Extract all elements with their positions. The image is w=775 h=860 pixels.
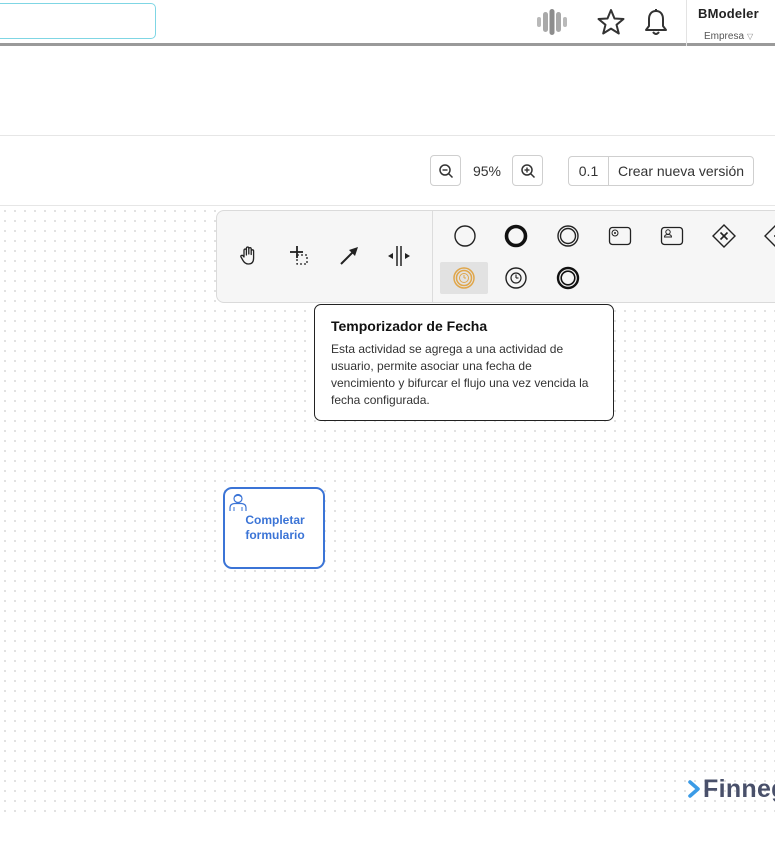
zoom-level: 95% bbox=[472, 163, 502, 179]
user-task-button[interactable] bbox=[652, 219, 692, 253]
user-menu[interactable]: BModeler Empresa ▽ bbox=[688, 0, 775, 46]
section-divider bbox=[0, 135, 775, 136]
user-task-icon bbox=[660, 226, 684, 246]
lasso-tool-button[interactable] bbox=[281, 238, 317, 274]
end-event-icon bbox=[504, 224, 528, 248]
header-divider bbox=[686, 0, 687, 46]
chevron-right-logo-icon bbox=[688, 780, 700, 798]
tooltip-line: Esta actividad se agrega a una actividad… bbox=[331, 342, 564, 356]
connect-tool-icon bbox=[340, 247, 358, 265]
tooltip-line: vencimiento y bifurcar el flujo una vez … bbox=[331, 376, 589, 390]
timer-event-icon bbox=[505, 267, 527, 289]
version-control: 0.1 Crear nueva versión bbox=[568, 156, 754, 186]
date-timer-button[interactable] bbox=[440, 262, 488, 294]
element-palette bbox=[216, 210, 775, 303]
timer-event-button[interactable] bbox=[496, 261, 536, 295]
start-event-button[interactable] bbox=[445, 219, 485, 253]
message-task-button[interactable] bbox=[600, 219, 640, 253]
app-root: BModeler Empresa ▽ 95% 0.1 Crear nueva ve… bbox=[0, 0, 775, 860]
create-new-version-button[interactable]: Crear nueva versión bbox=[609, 157, 753, 185]
finnegans-logo: Finneg bbox=[687, 773, 775, 805]
user-icon bbox=[229, 493, 247, 511]
start-event-icon bbox=[454, 225, 476, 247]
hand-tool-icon bbox=[240, 246, 255, 265]
gateway-partial-button[interactable] bbox=[756, 219, 775, 253]
user-name: BModeler bbox=[698, 6, 759, 21]
tooltip-title: Temporizador de Fecha bbox=[331, 318, 488, 334]
bell-icon bbox=[645, 9, 667, 35]
palette-divider bbox=[432, 211, 433, 302]
chevron-down-icon: ▽ bbox=[747, 32, 754, 41]
gateway-icon bbox=[712, 224, 736, 248]
element-tooltip: Temporizador de Fecha Esta actividad se … bbox=[314, 304, 614, 421]
zoom-out-button[interactable] bbox=[430, 155, 461, 186]
date-timer-icon bbox=[453, 267, 475, 289]
favorite-star-button[interactable] bbox=[596, 7, 626, 37]
tooltip-line: usuario, permite asociar una fecha de bbox=[331, 359, 532, 373]
connect-tool-button[interactable] bbox=[331, 238, 367, 274]
task-label-line: formulario bbox=[245, 528, 305, 542]
intermediate-throw-event-button[interactable] bbox=[548, 261, 588, 295]
notifications-button[interactable] bbox=[641, 7, 671, 37]
tooltip-description: Esta actividad se agrega a una actividad… bbox=[331, 341, 597, 409]
task-label-line: Completar bbox=[245, 513, 305, 527]
end-event-button[interactable] bbox=[496, 219, 536, 253]
zoom-in-button[interactable] bbox=[512, 155, 543, 186]
message-task-icon bbox=[608, 226, 632, 246]
lasso-tool-icon bbox=[290, 246, 308, 265]
space-tool-button[interactable] bbox=[381, 238, 417, 274]
star-icon bbox=[597, 9, 625, 35]
zoom-in-icon bbox=[521, 164, 536, 179]
intermediate-throw-event-icon bbox=[556, 266, 580, 290]
tooltip-line: fecha configurada. bbox=[331, 393, 430, 407]
intermediate-event-icon bbox=[557, 225, 579, 247]
brand-logo-icon bbox=[535, 8, 569, 36]
company-selector[interactable]: Empresa ▽ bbox=[704, 31, 753, 42]
space-tool-icon bbox=[388, 246, 410, 266]
hand-tool-button[interactable] bbox=[231, 238, 267, 274]
intermediate-event-button[interactable] bbox=[548, 219, 588, 253]
gateway-partial-icon bbox=[764, 225, 775, 247]
logo-text: Finneg bbox=[703, 774, 775, 803]
user-task-node[interactable]: Completar formulario bbox=[223, 487, 325, 569]
zoom-out-icon bbox=[439, 164, 454, 179]
gateway-button[interactable] bbox=[704, 219, 744, 253]
company-label: Empresa bbox=[704, 31, 745, 42]
top-header: BModeler Empresa ▽ bbox=[0, 0, 775, 46]
version-number[interactable]: 0.1 bbox=[569, 157, 609, 185]
search-input[interactable] bbox=[0, 3, 156, 39]
task-label: Completar formulario bbox=[229, 513, 321, 543]
